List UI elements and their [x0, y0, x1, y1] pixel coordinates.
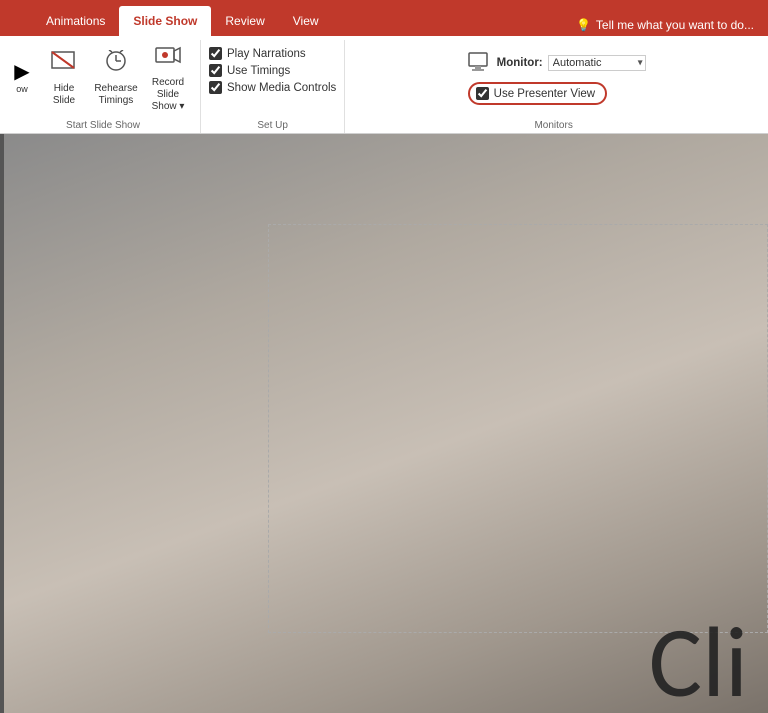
group-start: ▶ ow HideSlide — [6, 40, 201, 133]
selection-box — [268, 224, 768, 633]
rehearse-icon — [102, 50, 130, 81]
ribbon-content: ▶ ow HideSlide — [0, 36, 768, 134]
play-narrations-input[interactable] — [209, 47, 222, 60]
use-timings-input[interactable] — [209, 64, 222, 77]
btn-hide-slide-label: HideSlide — [53, 83, 75, 107]
presenter-view-row[interactable]: Use Presenter View — [468, 82, 607, 105]
btn-rehearse-label: RehearseTimings — [94, 83, 137, 107]
checkbox-show-media-controls[interactable]: Show Media Controls — [209, 81, 336, 94]
tab-view[interactable]: View — [279, 6, 333, 36]
monitor-icon — [468, 52, 492, 74]
tab-review[interactable]: Review — [211, 6, 278, 36]
setup-checkboxes: Play Narrations Use Timings Show Media C… — [209, 47, 336, 110]
group-setup: Play Narrations Use Timings Show Media C… — [201, 40, 345, 133]
tab-slideshow[interactable]: Slide Show — [119, 6, 211, 36]
slide-canvas: Cli — [0, 134, 768, 713]
btn-rehearse[interactable]: RehearseTimings — [92, 46, 140, 111]
checkbox-play-narrations[interactable]: Play Narrations — [209, 47, 336, 60]
show-media-controls-input[interactable] — [209, 81, 222, 94]
monitor-label-text: Monitor: — [497, 57, 543, 69]
show-media-controls-label: Show Media Controls — [227, 82, 336, 94]
monitor-select-wrapper: Automatic Primary Monitor Display 2 — [548, 55, 646, 71]
group-monitors-label: Monitors — [345, 120, 762, 131]
btn-from-beginning-partial[interactable]: ▶ ow — [8, 58, 36, 99]
monitor-select[interactable]: Automatic Primary Monitor Display 2 — [548, 55, 646, 71]
use-timings-label: Use Timings — [227, 65, 290, 77]
presenter-view-checkbox[interactable] — [476, 87, 489, 100]
left-panel — [0, 134, 4, 713]
group-start-label: Start Slide Show — [6, 120, 200, 131]
checkbox-use-timings[interactable]: Use Timings — [209, 64, 336, 77]
btn-from-beginning-label: ow — [16, 84, 28, 95]
group-setup-label: Set Up — [201, 120, 344, 131]
tab-partial-left[interactable] — [4, 6, 32, 36]
play-icon: ▶ — [14, 62, 29, 82]
tell-me-text: Tell me what you want to do... — [596, 18, 754, 32]
lightbulb-icon: 💡 — [576, 18, 591, 32]
group-monitors: Monitor: Automatic Primary Monitor Displ… — [345, 40, 762, 133]
tab-bar: Animations Slide Show Review View 💡 Tell… — [0, 0, 768, 36]
record-icon — [154, 44, 182, 75]
monitor-selector-row: Monitor: Automatic Primary Monitor Displ… — [468, 52, 646, 74]
hide-slide-icon — [50, 50, 78, 81]
slide-preview-text: Cli — [649, 601, 748, 713]
play-narrations-label: Play Narrations — [227, 48, 306, 60]
btn-record-slideshow[interactable]: Record SlideShow ▾ — [144, 40, 192, 117]
presenter-view-label: Use Presenter View — [494, 88, 595, 100]
btn-hide-slide[interactable]: HideSlide — [40, 46, 88, 111]
btn-record-slideshow-label: Record SlideShow ▾ — [146, 77, 190, 113]
ribbon: Animations Slide Show Review View 💡 Tell… — [0, 0, 768, 134]
tab-animations[interactable]: Animations — [32, 6, 119, 36]
tell-me-bar: 💡 Tell me what you want to do... — [576, 18, 754, 32]
